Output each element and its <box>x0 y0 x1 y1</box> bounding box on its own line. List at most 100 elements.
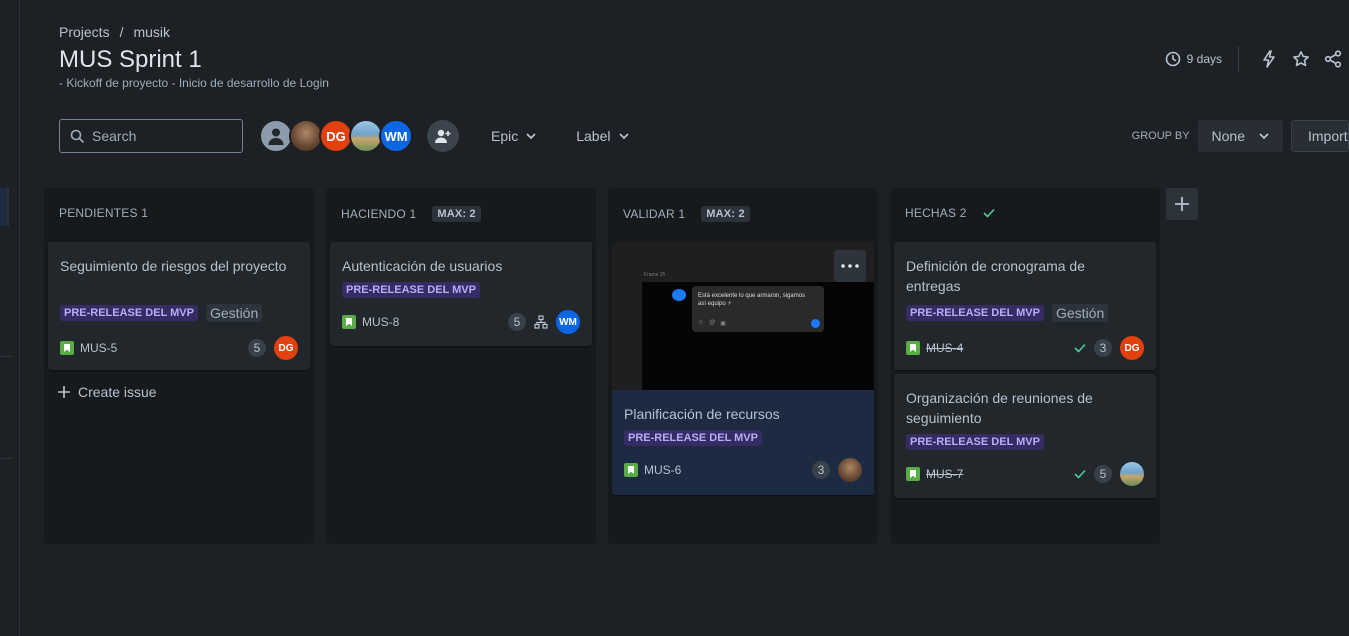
search-input[interactable]: Search <box>59 119 243 153</box>
card-tags: PRE-RELEASE DEL MVP Gestión <box>906 304 1109 322</box>
chevron-down-icon <box>526 133 536 140</box>
story-points: 5 <box>1094 465 1112 483</box>
add-column-button[interactable] <box>1166 188 1198 220</box>
assignee-avatar[interactable]: WM <box>556 310 580 334</box>
card-footer: MUS-5 5 DG <box>60 336 298 360</box>
import-label: Import <box>1308 128 1348 144</box>
avatar-dg[interactable]: DG <box>319 119 353 153</box>
issue-card[interactable]: Frame 25 Está excelente lo que armaron, … <box>612 242 874 495</box>
card-attachment-preview: Frame 25 Está excelente lo que armaron, … <box>612 242 874 390</box>
done-check-icon <box>1074 469 1086 479</box>
card-tags: PRE-RELEASE DEL MVP <box>624 430 762 446</box>
column-hechas: HECHAS 2 Definición de cronograma de ent… <box>890 188 1160 544</box>
wip-limit-badge: MAX: 2 <box>432 206 481 222</box>
days-label: 9 days <box>1186 52 1222 66</box>
epic-lozenge: PRE-RELEASE DEL MVP <box>906 434 1044 450</box>
card-title: Planificación de recursos <box>624 406 780 422</box>
column-header: HACIENDO 1 MAX: 2 <box>341 206 481 222</box>
sprint-goal: - Kickoff de proyecto - Inicio de desarr… <box>59 76 329 90</box>
column-title: HACIENDO 1 <box>341 207 417 221</box>
sidebar-divider <box>0 458 12 459</box>
star-button[interactable] <box>1285 44 1317 74</box>
breadcrumb-projects[interactable]: Projects <box>59 24 110 40</box>
card-tags: PRE-RELEASE DEL MVP Gestión <box>60 304 263 322</box>
share-icon <box>1324 50 1342 68</box>
column-header: PENDIENTES 1 <box>59 206 148 220</box>
story-icon <box>906 467 920 481</box>
sidebar-selected-marker[interactable] <box>0 188 9 226</box>
image-icon: ▣ <box>720 321 726 327</box>
search-placeholder: Search <box>92 128 137 144</box>
column-title: HECHAS 2 <box>905 206 967 220</box>
story-points: 3 <box>812 461 830 479</box>
add-people-button[interactable] <box>427 120 459 152</box>
sprint-days-remaining[interactable]: 9 days <box>1165 46 1239 72</box>
page-title: MUS Sprint 1 <box>59 46 202 73</box>
story-points: 3 <box>1094 339 1112 357</box>
card-footer: MUS-7 5 <box>906 462 1144 486</box>
assignee-filter: DG WM <box>259 119 413 153</box>
checkmark-icon <box>983 208 995 218</box>
breadcrumb-separator: / <box>119 24 124 40</box>
import-button[interactable]: Import <box>1291 120 1349 152</box>
label-filter[interactable]: Label <box>568 122 636 150</box>
issue-card[interactable]: Autenticación de usuarios PRE-RELEASE DE… <box>330 242 592 346</box>
sidebar-edge <box>0 0 20 636</box>
lightning-icon <box>1263 50 1275 68</box>
avatar-wm[interactable]: WM <box>379 119 413 153</box>
send-icon <box>811 319 820 328</box>
epic-lozenge: PRE-RELEASE DEL MVP <box>624 430 762 446</box>
story-icon <box>624 463 638 477</box>
board-toolbar: Search DG WM Epic Label GROUP BY None Im… <box>59 119 1349 153</box>
frame-label: Frame 25 <box>644 272 666 278</box>
avatar-unassigned[interactable] <box>259 119 293 153</box>
issue-key: MUS-4 <box>926 341 964 355</box>
avatar-photo[interactable] <box>349 119 383 153</box>
child-issues-icon <box>534 315 548 329</box>
group-by-value: None <box>1211 128 1245 144</box>
column-header: VALIDAR 1 MAX: 2 <box>623 206 750 222</box>
issue-card[interactable]: Definición de cronograma de entregas PRE… <box>894 242 1156 370</box>
issue-key: MUS-8 <box>362 315 400 329</box>
chat-bubble-icon <box>672 289 686 301</box>
assignee-avatar[interactable] <box>1120 462 1144 486</box>
add-person-icon <box>435 129 451 143</box>
card-footer: MUS-4 3 DG <box>906 336 1144 360</box>
chevron-down-icon <box>618 133 629 140</box>
issue-card[interactable]: Seguimiento de riesgos del proyecto PRE-… <box>48 242 310 370</box>
clock-icon <box>1165 51 1180 67</box>
share-button[interactable] <box>1317 44 1349 74</box>
create-issue-button[interactable]: Create issue <box>58 384 157 400</box>
plus-icon <box>1175 197 1189 211</box>
epic-lozenge: PRE-RELEASE DEL MVP <box>342 282 480 298</box>
label-tag: Gestión <box>206 304 263 322</box>
issue-key: MUS-5 <box>80 341 118 355</box>
breadcrumb-project[interactable]: musik <box>133 24 170 40</box>
assignee-avatar[interactable]: DG <box>1120 336 1144 360</box>
avatar-photo[interactable] <box>289 119 323 153</box>
card-title: Seguimiento de riesgos del proyecto <box>60 258 287 274</box>
story-icon <box>342 315 356 329</box>
issue-card[interactable]: Organización de reuniones de seguimiento… <box>894 374 1156 498</box>
column-haciendo: HACIENDO 1 MAX: 2 Autenticación de usuar… <box>326 188 596 544</box>
label-tag: Gestión <box>1052 304 1109 322</box>
group-by-select[interactable]: None <box>1197 120 1283 152</box>
automation-button[interactable] <box>1253 44 1285 74</box>
group-by-label: GROUP BY <box>1131 130 1190 142</box>
assignee-avatar[interactable]: DG <box>274 336 298 360</box>
issue-key: MUS-6 <box>644 463 682 477</box>
wip-limit-badge: MAX: 2 <box>701 206 750 222</box>
epic-filter[interactable]: Epic <box>483 122 544 150</box>
column-title: VALIDAR 1 <box>623 207 686 221</box>
user-icon <box>268 128 284 145</box>
column-pendientes: PENDIENTES 1 Seguimiento de riesgos del … <box>44 188 314 544</box>
card-title: Autenticación de usuarios <box>342 258 503 274</box>
more-actions-button[interactable] <box>834 250 866 282</box>
story-points: 5 <box>508 313 526 331</box>
chevron-down-icon <box>1259 133 1269 140</box>
header-actions: 9 days <box>1165 44 1349 74</box>
epic-filter-label: Epic <box>491 128 519 144</box>
story-icon <box>906 341 920 355</box>
done-check-icon <box>1074 343 1086 353</box>
assignee-avatar[interactable] <box>838 458 862 482</box>
